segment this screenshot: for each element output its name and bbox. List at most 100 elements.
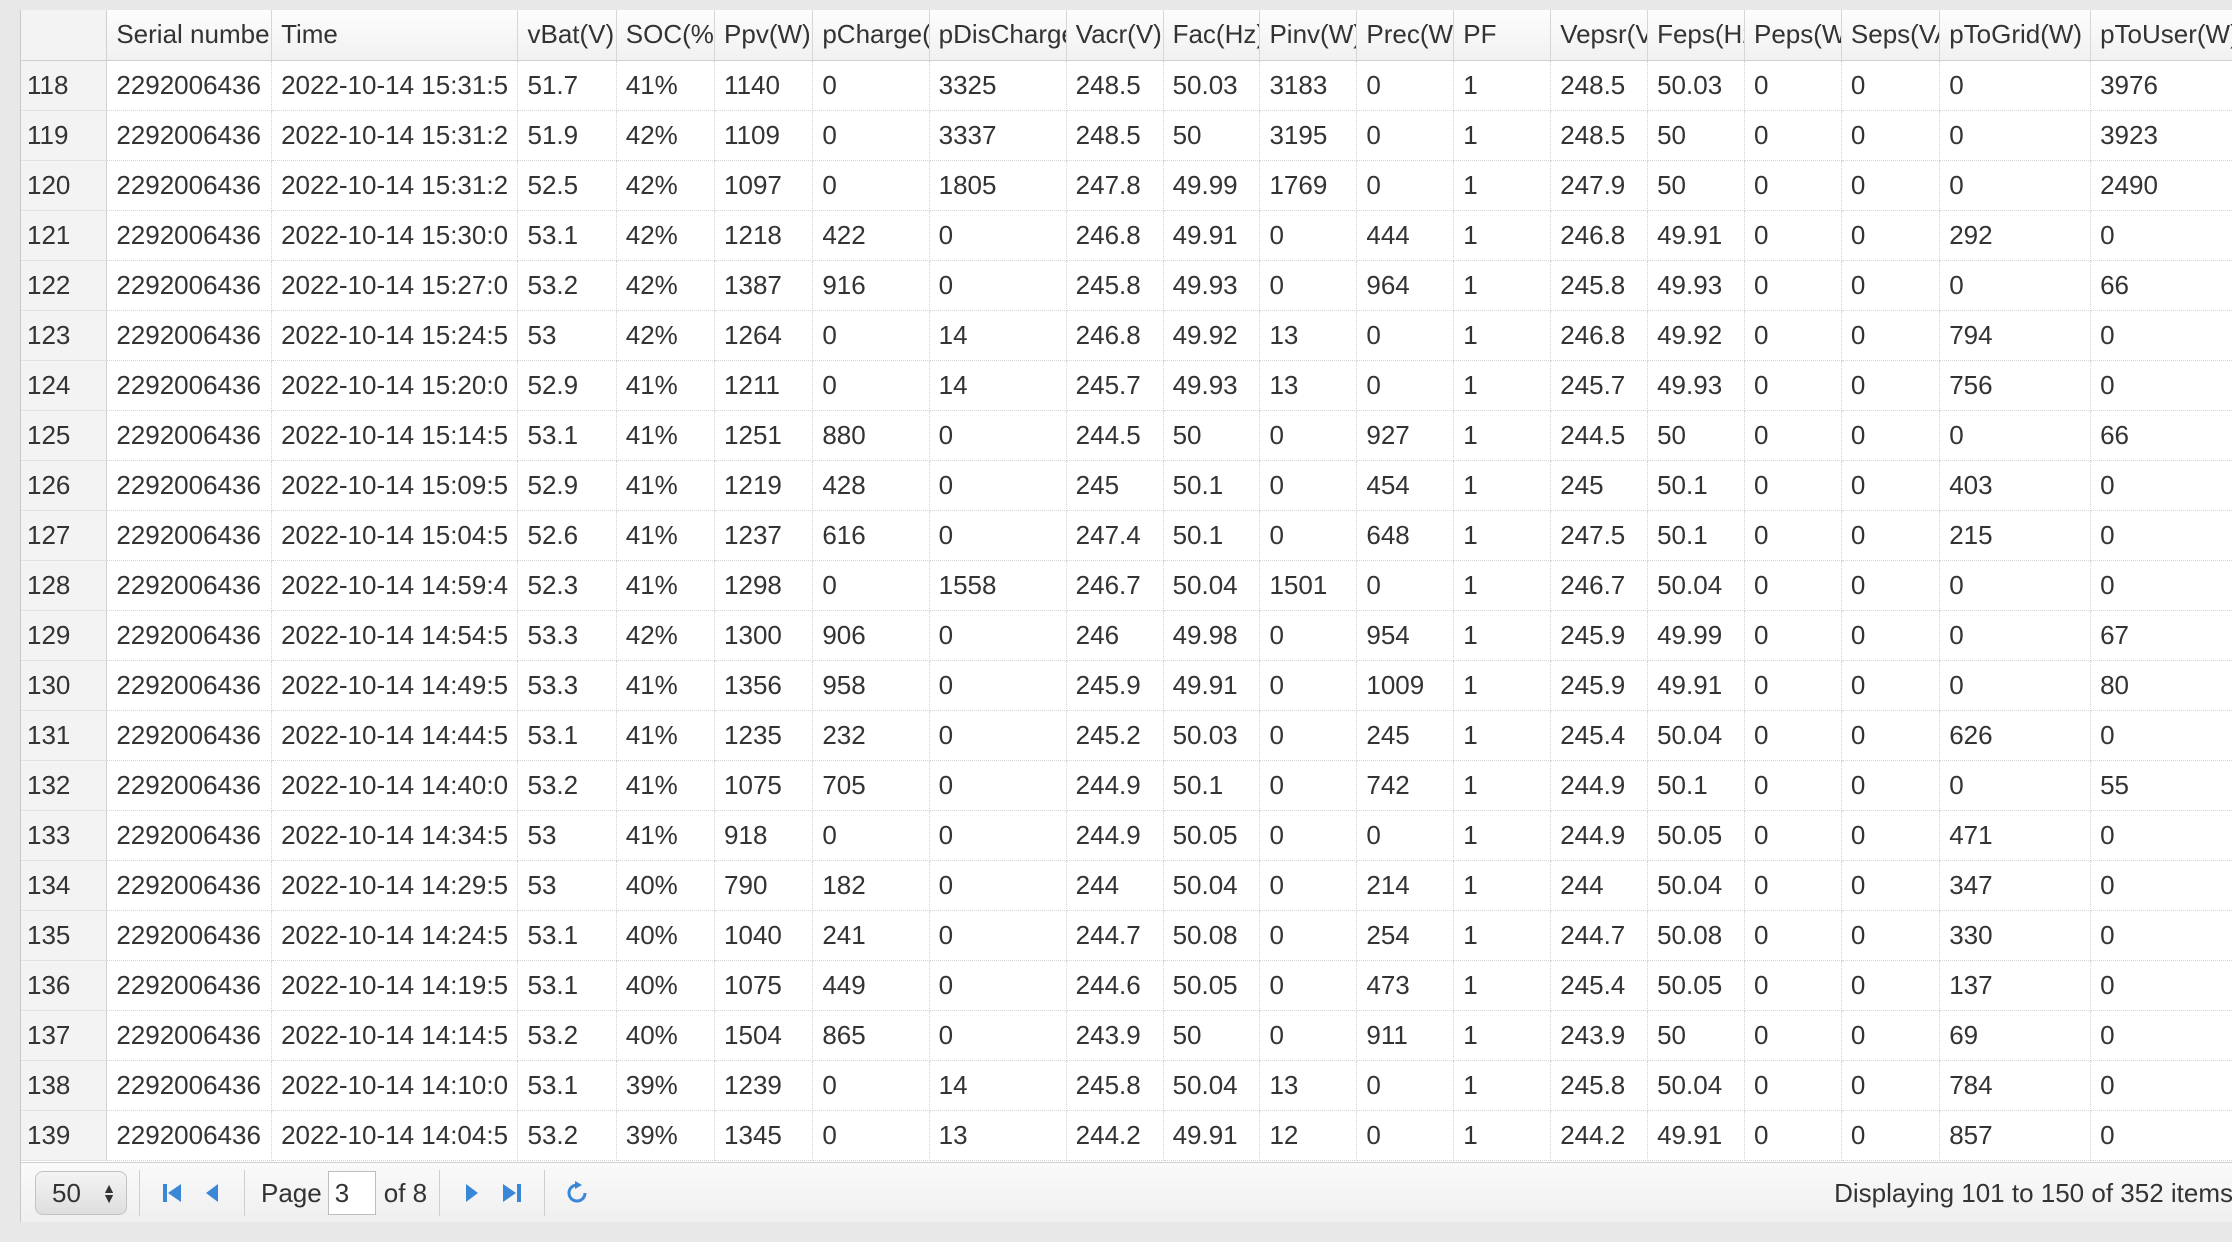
- table-cell: 182: [812, 860, 930, 911]
- table-cell: 49.98: [1163, 610, 1261, 661]
- table-row[interactable]: 134 2292006436 2022-10-14 14:29:5 53 40% 790 1…: [21, 860, 2232, 911]
- table-cell: 0: [1841, 110, 1941, 161]
- table-cell: 42%: [616, 160, 716, 211]
- table-cell: 50.05: [1647, 810, 1745, 861]
- table-cell: 1109: [714, 110, 814, 161]
- table-cell: 2490: [2090, 160, 2232, 211]
- table-cell: 1: [1453, 910, 1552, 961]
- table-cell: 403: [1939, 460, 2092, 511]
- table-cell: 1: [1453, 210, 1552, 261]
- table-row[interactable]: 129 2292006436 2022-10-14 14:54:5 53.3 42% 13…: [21, 610, 2232, 661]
- next-page-button[interactable]: [452, 1171, 492, 1215]
- table-row[interactable]: 131 2292006436 2022-10-14 14:44:5 53.1 41% 12…: [21, 710, 2232, 761]
- column-header[interactable]: Pinv(W): [1259, 10, 1358, 61]
- table-cell: 50: [1647, 160, 1745, 211]
- table-row[interactable]: 120 2292006436 2022-10-14 15:31:2 52.5 42% 10…: [21, 160, 2232, 211]
- toolbar-separator: [544, 1170, 546, 1216]
- column-header[interactable]: Time: [271, 10, 519, 61]
- row-number-header[interactable]: [21, 10, 108, 61]
- table-row[interactable]: 126 2292006436 2022-10-14 15:09:5 52.9 41% 12…: [21, 460, 2232, 511]
- table-cell: 50.1: [1163, 460, 1261, 511]
- refresh-button[interactable]: [557, 1171, 597, 1215]
- table-cell: 0: [2090, 710, 2232, 761]
- table-cell: 0: [2090, 860, 2232, 911]
- column-header[interactable]: pToUser(W): [2090, 10, 2232, 61]
- column-header[interactable]: Ppv(W): [714, 10, 814, 61]
- table-cell: 50: [1163, 1010, 1261, 1061]
- table-row[interactable]: 135 2292006436 2022-10-14 14:24:5 53.1 40% 10…: [21, 910, 2232, 961]
- table-cell: 42%: [616, 310, 716, 361]
- table-cell: 53.1: [517, 710, 617, 761]
- table-row[interactable]: 119 2292006436 2022-10-14 15:31:2 51.9 42% 11…: [21, 110, 2232, 161]
- table-cell: 245.9: [1066, 660, 1164, 711]
- column-header[interactable]: Vacr(V): [1066, 10, 1164, 61]
- table-cell: 0: [1744, 910, 1842, 961]
- table-cell: 0: [1356, 560, 1455, 611]
- table-cell: 0: [1744, 160, 1842, 211]
- table-cell: 2022-10-14 15:31:2: [271, 110, 519, 161]
- column-header[interactable]: pCharge(W): [812, 10, 930, 61]
- table-row[interactable]: 139 2292006436 2022-10-14 14:04:5 53.2 39% 13…: [21, 1110, 2232, 1161]
- current-page-input[interactable]: [327, 1171, 376, 1215]
- table-row[interactable]: 121 2292006436 2022-10-14 15:30:0 53.1 42% 12…: [21, 210, 2232, 261]
- column-header[interactable]: pDisCharge(W): [929, 10, 1067, 61]
- table-cell: 0: [929, 860, 1067, 911]
- column-header[interactable]: Seps(VA): [1841, 10, 1941, 61]
- table-cell: 241: [812, 910, 930, 961]
- table-cell: 2022-10-14 14:14:5: [271, 1010, 519, 1061]
- column-header[interactable]: SOC(%): [616, 10, 716, 61]
- table-cell: 50.1: [1163, 510, 1261, 561]
- table-row[interactable]: 138 2292006436 2022-10-14 14:10:0 53.1 39% 12…: [21, 1060, 2232, 1111]
- table-row[interactable]: 130 2292006436 2022-10-14 14:49:5 53.3 41% 13…: [21, 660, 2232, 711]
- column-header[interactable]: Prec(W): [1356, 10, 1455, 61]
- table-row[interactable]: 118 2292006436 2022-10-14 15:31:5 51.7 41% 11…: [21, 60, 2232, 111]
- table-cell: 247.8: [1066, 160, 1164, 211]
- toolbar-separator: [244, 1170, 245, 1216]
- table-cell: 2022-10-14 14:34:5: [271, 810, 519, 861]
- page-size-select[interactable]: 50 ▲ ▼: [35, 1171, 127, 1215]
- table-row[interactable]: 124 2292006436 2022-10-14 15:20:0 52.9 41% 12…: [21, 360, 2232, 411]
- column-header[interactable]: Fac(Hz): [1163, 10, 1261, 61]
- table-cell: 245: [1356, 710, 1455, 761]
- table-row[interactable]: 132 2292006436 2022-10-14 14:40:0 53.2 41% 10…: [21, 760, 2232, 811]
- table-cell: 0: [1744, 360, 1842, 411]
- prev-page-button[interactable]: [192, 1171, 232, 1215]
- table-cell: 1769: [1259, 160, 1358, 211]
- table-cell: 916: [812, 260, 930, 311]
- table-cell: 66: [2090, 260, 2232, 311]
- table-cell: 2292006436: [106, 910, 273, 961]
- table-cell: 66: [2090, 410, 2232, 461]
- table-cell: 0: [2090, 360, 2232, 411]
- table-cell: 2292006436: [106, 1110, 273, 1161]
- table-cell: 3325: [929, 60, 1067, 111]
- table-cell: 2292006436: [106, 110, 273, 161]
- table-cell: 248.5: [1066, 60, 1164, 111]
- table-cell: 49.93: [1647, 260, 1745, 311]
- last-page-button[interactable]: [492, 1171, 532, 1215]
- column-header[interactable]: Peps(W): [1744, 10, 1842, 61]
- table-cell: 2292006436: [106, 510, 273, 561]
- table-cell: 50.04: [1163, 1060, 1261, 1111]
- first-page-button[interactable]: [152, 1171, 192, 1215]
- row-number-cell: 138: [21, 1060, 108, 1111]
- table-cell: 3976: [2090, 60, 2232, 111]
- table-cell: 244.9: [1066, 760, 1164, 811]
- column-header[interactable]: Serial number: [106, 10, 273, 61]
- table-cell: 14: [929, 1060, 1067, 1111]
- table-row[interactable]: 128 2292006436 2022-10-14 14:59:4 52.3 41% 12…: [21, 560, 2232, 611]
- column-header[interactable]: Feps(Hz): [1647, 10, 1745, 61]
- table-row[interactable]: 133 2292006436 2022-10-14 14:34:5 53 41% 918 0…: [21, 810, 2232, 861]
- table-row[interactable]: 127 2292006436 2022-10-14 15:04:5 52.6 41% 12…: [21, 510, 2232, 561]
- table-row[interactable]: 137 2292006436 2022-10-14 14:14:5 53.2 40% 15…: [21, 1010, 2232, 1061]
- prev-page-icon: [206, 1184, 218, 1202]
- column-header[interactable]: PF: [1453, 10, 1552, 61]
- table-cell: 49.91: [1647, 1110, 1745, 1161]
- table-cell: 0: [1939, 660, 2092, 711]
- table-row[interactable]: 125 2292006436 2022-10-14 15:14:5 53.1 41% 12…: [21, 410, 2232, 461]
- column-header[interactable]: pToGrid(W): [1939, 10, 2092, 61]
- column-header[interactable]: Vepsr(V): [1550, 10, 1649, 61]
- table-row[interactable]: 123 2292006436 2022-10-14 15:24:5 53 42% 1264…: [21, 310, 2232, 361]
- column-header[interactable]: vBat(V): [517, 10, 617, 61]
- table-row[interactable]: 136 2292006436 2022-10-14 14:19:5 53.1 40% 10…: [21, 960, 2232, 1011]
- table-row[interactable]: 122 2292006436 2022-10-14 15:27:0 53.2 42% 13…: [21, 260, 2232, 311]
